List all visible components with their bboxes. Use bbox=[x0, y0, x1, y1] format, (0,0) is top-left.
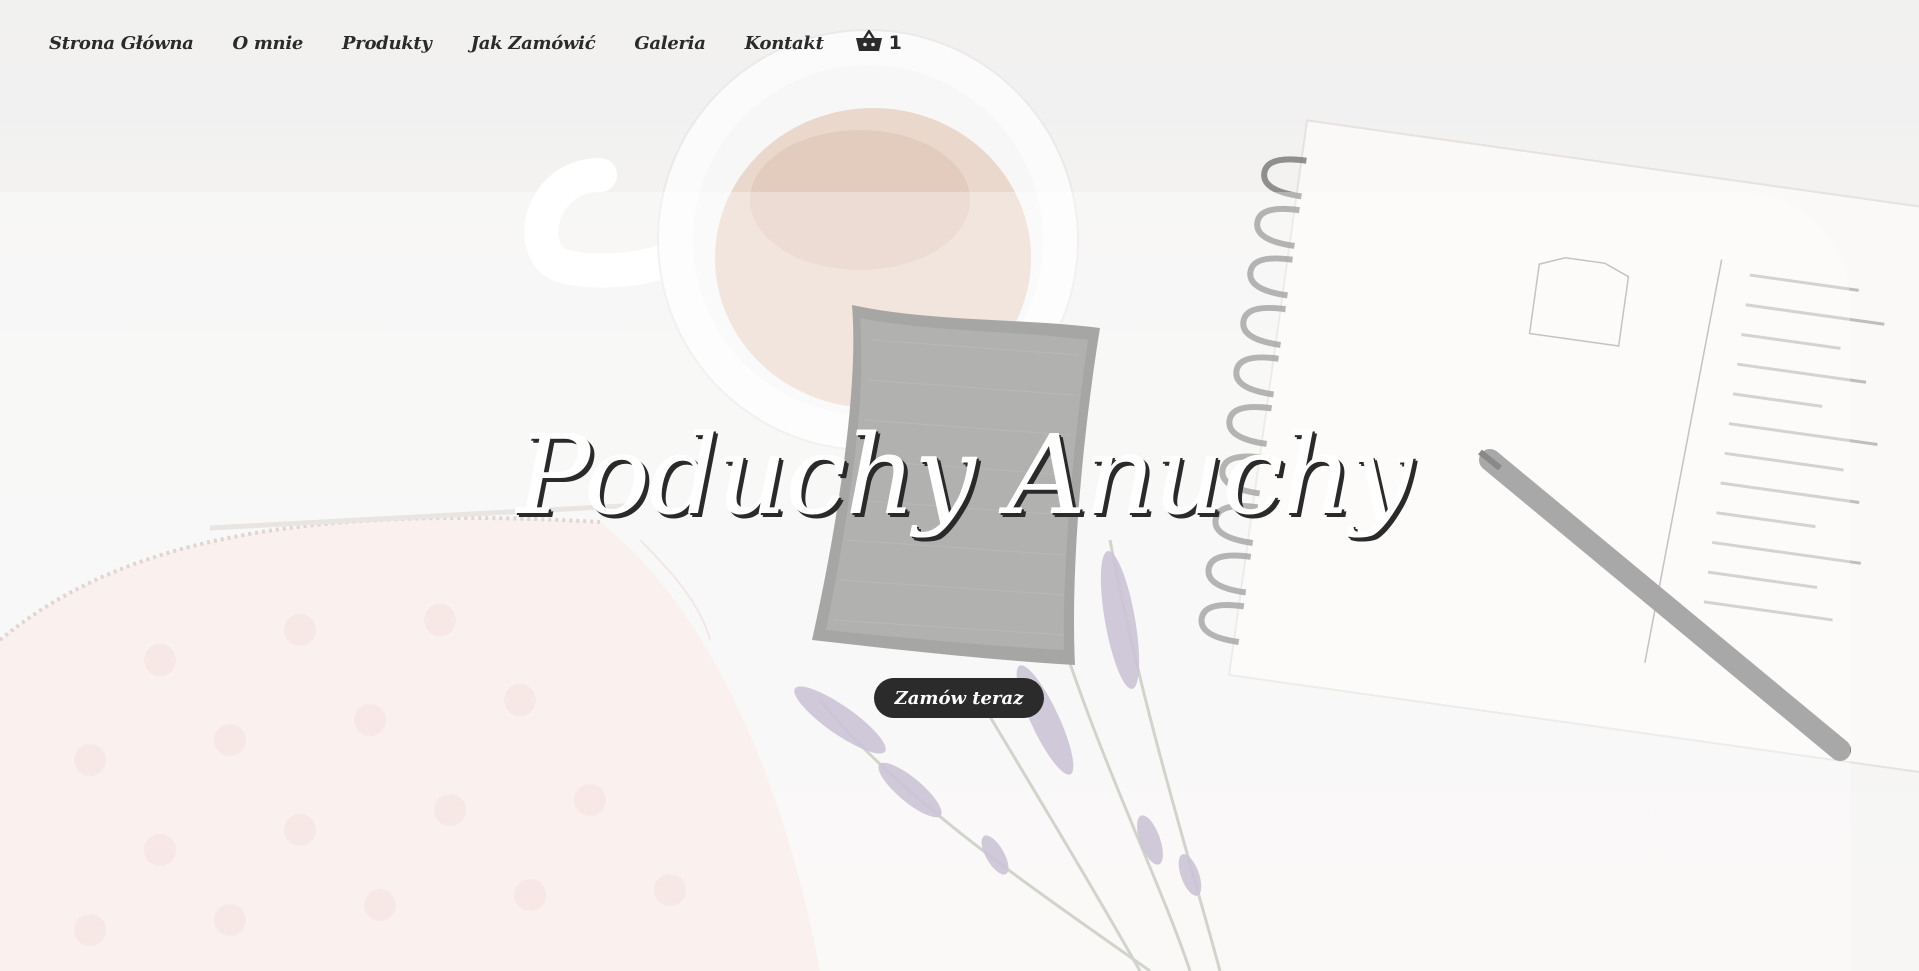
basket-icon bbox=[855, 29, 883, 57]
nav-link-contact[interactable]: Kontakt bbox=[745, 33, 824, 54]
main-navigation: Strona Główna O mnie Produkty Jak Zamówi… bbox=[49, 28, 902, 58]
nav-link-about[interactable]: O mnie bbox=[232, 33, 303, 54]
nav-link-home[interactable]: Strona Główna bbox=[49, 33, 194, 54]
hero-title: Poduchy Anuchy bbox=[516, 411, 1412, 539]
hero-overlay-panel bbox=[0, 192, 1850, 971]
cart-item-count: 1 bbox=[888, 32, 902, 54]
nav-link-gallery[interactable]: Galeria bbox=[634, 33, 706, 54]
nav-link-products[interactable]: Produkty bbox=[342, 33, 432, 54]
order-now-button[interactable]: Zamów teraz bbox=[874, 678, 1044, 718]
hero-section: Strona Główna O mnie Produkty Jak Zamówi… bbox=[0, 0, 1919, 971]
cart-button[interactable]: 1 bbox=[855, 29, 902, 57]
nav-link-how-to-order[interactable]: Jak Zamówić bbox=[471, 33, 596, 54]
